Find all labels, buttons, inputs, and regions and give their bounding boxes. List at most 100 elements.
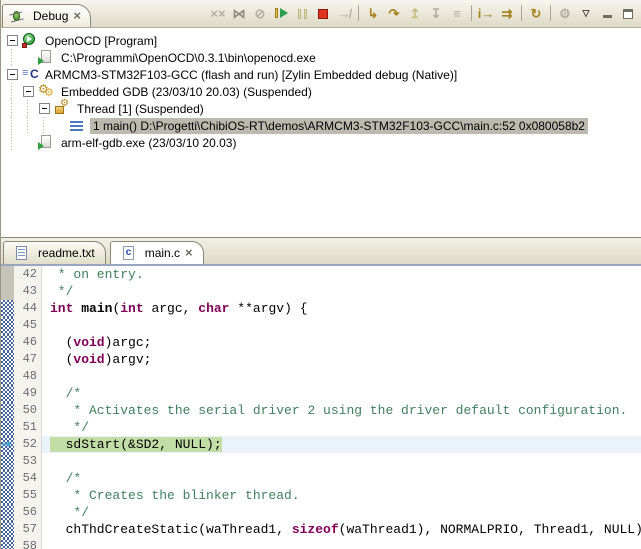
code-text xyxy=(42,538,641,549)
debug-toolbar: ×× ⋈ ⊘ ↛ ↳ ↷ ↥ ↧≡ i→ ⇉ ↻ ⚙ ▽ xyxy=(208,4,641,27)
toolbar-separator xyxy=(521,5,522,21)
tree-indent-guide xyxy=(7,83,23,100)
code-line: 43 */ xyxy=(1,283,641,300)
line-number: 52 xyxy=(14,436,42,453)
terminate-and-relaunch-button[interactable]: ⋈ xyxy=(229,4,249,23)
annotation-ruler-cell xyxy=(1,351,14,368)
resume-button[interactable] xyxy=(271,4,291,23)
code-line: 42 * on entry. xyxy=(1,266,641,283)
skip-all-breakpoints-button[interactable]: ⊘ xyxy=(250,4,270,23)
step-into-icon: ↳ xyxy=(368,7,379,20)
tree-item-label: Thread [1] (Suspended) xyxy=(74,101,207,117)
maximize-button[interactable] xyxy=(618,4,638,23)
debug-tree-row[interactable]: OpenOCD [Program] xyxy=(1,32,641,49)
code-line: 48 xyxy=(1,368,641,385)
close-icon[interactable]: × xyxy=(185,248,193,258)
annotation-ruler-cell xyxy=(1,300,14,317)
minimize-button[interactable] xyxy=(597,4,617,23)
tree-item-label: 1 main() D:\Progetti\ChibiOS-RT\demos\AR… xyxy=(90,118,588,134)
step-return-icon: ↥ xyxy=(410,7,421,20)
drop-to-frame-button[interactable]: ↧ xyxy=(426,4,446,23)
refresh-icon: ↻ xyxy=(531,7,542,20)
annotation-ruler-cell xyxy=(1,538,14,549)
text-file-icon xyxy=(14,246,29,260)
suspend-icon xyxy=(298,9,307,19)
code-text: /* xyxy=(42,385,641,402)
line-number: 54 xyxy=(14,470,42,487)
disconnect-icon: ↛ xyxy=(338,7,351,20)
tree-indent-guide xyxy=(7,49,23,66)
terminate-icon xyxy=(318,9,328,19)
suspend-button[interactable] xyxy=(292,4,312,23)
tab-main-c[interactable]: main.c× xyxy=(110,241,204,264)
current-instruction-highlight: sdStart(&SD2, NULL); xyxy=(50,437,222,452)
line-number: 50 xyxy=(14,402,42,419)
code-line: 53 xyxy=(1,453,641,470)
code-editor[interactable]: 42 * on entry.43 */44int main(int argc, … xyxy=(1,266,641,549)
code-line: 47 (void)argv; xyxy=(1,351,641,368)
remove-all-terminated-icon: ×× xyxy=(210,7,225,20)
code-text: chThdCreateStatic(waThread1, sizeof(waTh… xyxy=(42,521,641,538)
code-text: /* xyxy=(42,470,641,487)
skip-all-breakpoints-icon: ⊘ xyxy=(255,7,266,20)
step-mode-button[interactable]: ⇉ xyxy=(497,4,517,23)
line-number: 44 xyxy=(14,300,42,317)
annotation-ruler-cell xyxy=(1,266,14,283)
step-into-button[interactable]: ↳ xyxy=(363,4,383,23)
tree-indent-guide xyxy=(7,100,23,117)
tab-debug-view[interactable]: Debug × xyxy=(2,4,91,27)
process-icon xyxy=(38,135,54,150)
step-over-button[interactable]: ↷ xyxy=(384,4,404,23)
tab-readme-txt[interactable]: readme.txt xyxy=(3,241,106,264)
debug-view-tab-label: Debug xyxy=(33,9,68,23)
annotation-ruler-cell xyxy=(1,470,14,487)
view-menu-button[interactable]: ▽ xyxy=(576,4,596,23)
debug-tree-row[interactable]: Embedded GDB (23/03/10 20.03) (Suspended… xyxy=(1,83,641,100)
code-text: int main(int argc, char **argv) { xyxy=(42,300,641,317)
step-return-button[interactable]: ↥ xyxy=(405,4,425,23)
view-menu-icon: ▽ xyxy=(583,7,590,20)
code-line: 57 chThdCreateStatic(waThread1, sizeof(w… xyxy=(1,521,641,538)
use-step-filters-button[interactable]: ≡ xyxy=(447,4,467,23)
debug-tree-row[interactable]: Thread [1] (Suspended) xyxy=(1,100,641,117)
close-icon[interactable]: × xyxy=(73,11,81,21)
debug-tree-row[interactable]: arm-elf-gdb.exe (23/03/10 20.03) xyxy=(1,134,641,151)
code-line: 55 * Creates the blinker thread. xyxy=(1,487,641,504)
debug-options-button[interactable]: ⚙ xyxy=(555,4,575,23)
debug-target-icon xyxy=(22,67,38,82)
instruction-stepping-mode-button[interactable]: i→ xyxy=(476,4,496,23)
annotation-ruler-cell xyxy=(1,402,14,419)
annotation-ruler-cell xyxy=(1,521,14,538)
code-text: * Creates the blinker thread. xyxy=(42,487,641,504)
annotation-ruler-cell xyxy=(1,317,14,334)
tree-collapse-toggle[interactable] xyxy=(39,103,50,114)
debug-tree-row[interactable]: ARMCM3-STM32F103-GCC (flash and run) [Zy… xyxy=(1,66,641,83)
line-number: 56 xyxy=(14,504,42,521)
debug-bug-icon xyxy=(9,9,24,23)
terminate-button[interactable] xyxy=(313,4,333,23)
tree-item-label: OpenOCD [Program] xyxy=(42,33,160,49)
code-line: 50 * Activates the serial driver 2 using… xyxy=(1,402,641,419)
line-number: 51 xyxy=(14,419,42,436)
debug-tree-row[interactable]: 1 main() D:\Progetti\ChibiOS-RT\demos\AR… xyxy=(1,117,641,134)
code-text xyxy=(42,317,641,334)
debug-tree-row[interactable]: C:\Programmi\OpenOCD\0.3.1\bin\openocd.e… xyxy=(1,49,641,66)
tree-collapse-toggle[interactable] xyxy=(23,86,34,97)
annotation-ruler-cell xyxy=(1,504,14,521)
disconnect-button[interactable]: ↛ xyxy=(334,4,354,23)
resume-icon xyxy=(275,8,288,19)
debug-view-header: Debug × ×× ⋈ ⊘ ↛ ↳ ↷ ↥ ↧≡ i→ ⇉ ↻ ⚙ ▽ xyxy=(1,0,641,28)
program-icon xyxy=(22,33,38,48)
step-mode-icon: ⇉ xyxy=(502,7,513,20)
thread-icon xyxy=(54,101,70,116)
tree-collapse-toggle[interactable] xyxy=(7,35,18,46)
annotation-ruler-cell: → xyxy=(1,436,14,453)
toolbar-separator xyxy=(550,5,551,21)
refresh-button[interactable]: ↻ xyxy=(526,4,546,23)
code-text: * on entry. xyxy=(42,266,641,283)
remove-all-terminated-button[interactable]: ×× xyxy=(208,4,228,23)
line-number: 49 xyxy=(14,385,42,402)
line-number: 47 xyxy=(14,351,42,368)
process-icon xyxy=(38,50,54,65)
tree-collapse-toggle[interactable] xyxy=(7,69,18,80)
